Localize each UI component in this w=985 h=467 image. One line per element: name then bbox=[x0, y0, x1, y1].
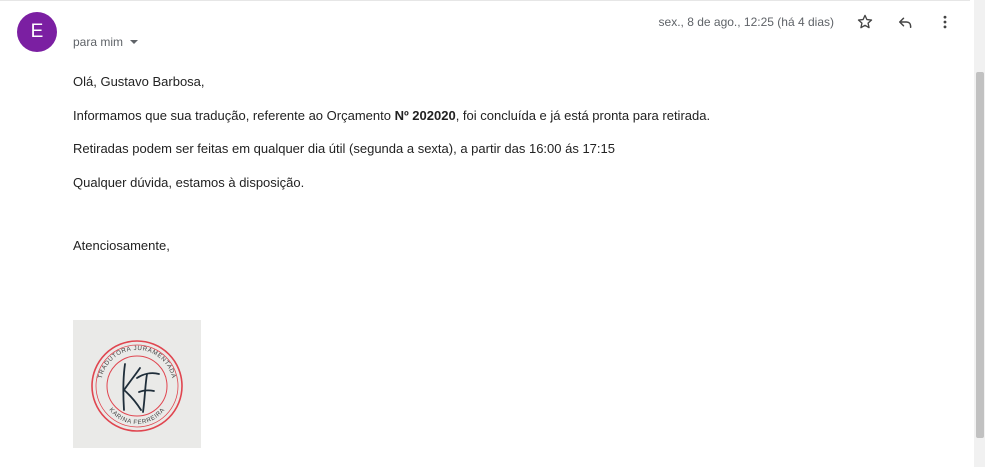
reply-icon bbox=[899, 17, 912, 28]
divider bbox=[0, 0, 970, 1]
pickup-hours: Retiradas podem ser feitas em qualquer d… bbox=[73, 141, 615, 156]
scrollbar-thumb[interactable] bbox=[976, 72, 984, 438]
notice-text-start: Informamos que sua tradução, referente a… bbox=[73, 108, 395, 123]
more-options-button[interactable] bbox=[933, 10, 957, 34]
recipient-label: para mim bbox=[73, 35, 124, 49]
email-view: E para mim sex., 8 de ago., 12:25 (há 4 … bbox=[0, 0, 985, 467]
star-button[interactable] bbox=[853, 10, 877, 34]
recipient-details-toggle[interactable]: para mim bbox=[73, 35, 139, 49]
sender-avatar[interactable]: E bbox=[17, 12, 57, 52]
sign-off: Atenciosamente, bbox=[73, 238, 170, 253]
greeting: Olá, Gustavo Barbosa, bbox=[73, 74, 205, 89]
quote-number: Nº 202020 bbox=[394, 108, 456, 123]
reply-button[interactable] bbox=[893, 10, 917, 34]
more-vert-icon bbox=[943, 15, 947, 29]
signature-logo: TRADUTORA JURAMENTADA KARINA FERREIRA bbox=[73, 320, 201, 448]
completion-notice: Informamos que sua tradução, referente a… bbox=[73, 108, 710, 124]
notice-text-end: , foi concluída e já está pronta para re… bbox=[455, 108, 711, 123]
translator-seal-logo: TRADUTORA JURAMENTADA KARINA FERREIRA bbox=[91, 340, 183, 432]
message-date: sex., 8 de ago., 12:25 (há 4 dias) bbox=[658, 15, 834, 29]
contact-note: Qualquer dúvida, estamos à disposição. bbox=[73, 175, 305, 190]
chevron-down-icon bbox=[130, 40, 139, 44]
star-icon bbox=[857, 14, 873, 29]
